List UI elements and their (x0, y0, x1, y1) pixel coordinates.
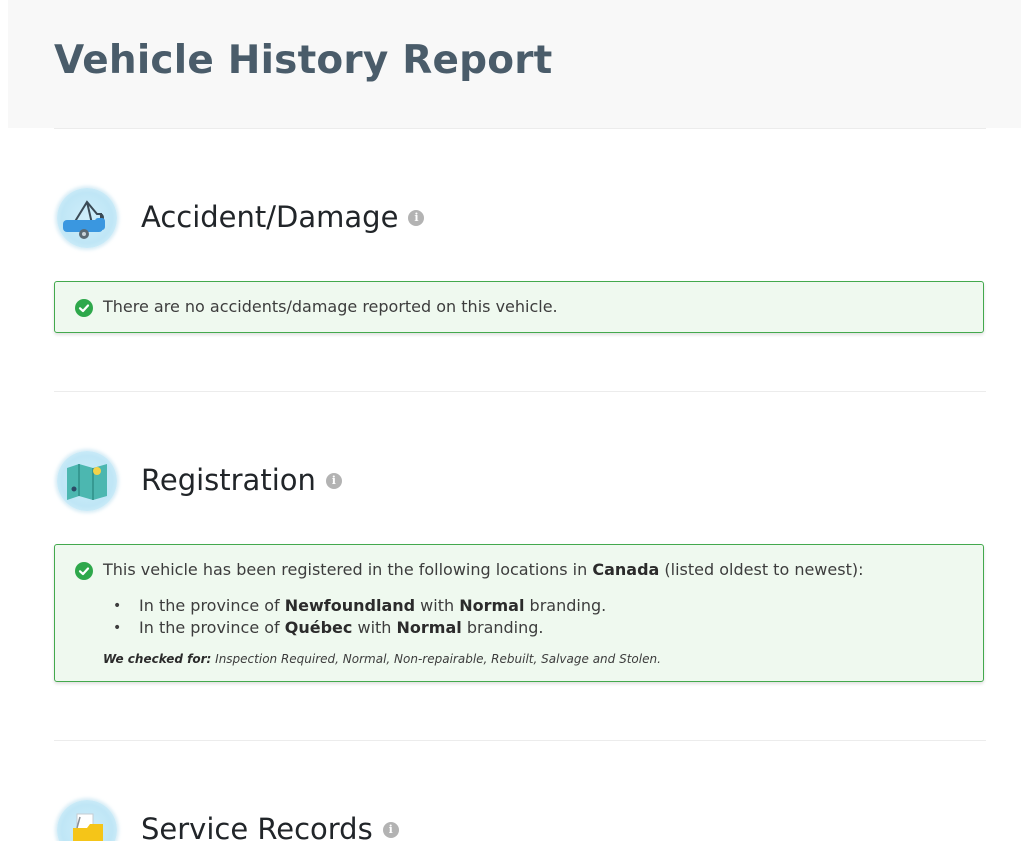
location-suffix: branding. (524, 596, 607, 615)
province-name: Newfoundland (284, 596, 416, 615)
info-icon[interactable]: i (325, 473, 342, 489)
vehicle-history-report-page: Vehicle History Report Accident/Damage i… (0, 0, 1021, 841)
section-title-service-records: Service Records i (141, 812, 399, 841)
registration-intro: This vehicle has been registered in the … (103, 560, 863, 579)
branding-type: Normal (396, 618, 462, 637)
section-title-text: Service Records (141, 812, 373, 841)
checked-for-label: We checked for: (103, 652, 212, 666)
section-title-registration: Registration i (141, 463, 342, 497)
branding-type: Normal (459, 596, 525, 615)
section-divider (54, 740, 986, 741)
location-prefix: In the province of (139, 618, 285, 637)
registration-location-list: • In the province of Newfoundland with No… (113, 595, 606, 639)
province-name: Québec (284, 618, 353, 637)
location-prefix: In the province of (139, 596, 285, 615)
intro-prefix: This vehicle has been registered in the … (103, 560, 593, 579)
check-circle-icon (75, 299, 93, 317)
location-middle: with (352, 618, 397, 637)
accident-status-alert: There are no accidents/damage reported o… (54, 281, 984, 333)
checked-for-list: Inspection Required, Normal, Non-repaira… (211, 652, 661, 666)
list-item: • In the province of Newfoundland with No… (113, 595, 606, 617)
intro-suffix: (listed oldest to newest): (659, 560, 864, 579)
bullet: • (113, 598, 122, 614)
map-icon (57, 451, 117, 511)
section-title-accident-damage: Accident/Damage i (141, 200, 425, 234)
country-name: Canada (592, 560, 660, 579)
location-suffix: branding. (461, 618, 544, 637)
info-icon[interactable]: i (382, 822, 399, 838)
check-circle-icon (75, 562, 93, 580)
tow-truck-icon (57, 188, 117, 248)
bullet: • (113, 620, 122, 636)
section-divider (54, 128, 986, 129)
info-icon[interactable]: i (408, 210, 425, 226)
accident-status-message: There are no accidents/damage reported o… (103, 297, 558, 316)
section-title-text: Accident/Damage (141, 200, 399, 234)
checked-for-note: We checked for: Inspection Required, Nor… (103, 652, 661, 666)
registration-alert: This vehicle has been registered in the … (54, 544, 984, 682)
page-title: Vehicle History Report (54, 38, 553, 83)
section-title-text: Registration (141, 463, 316, 497)
section-divider (54, 391, 986, 392)
list-item: • In the province of Québec with Normal b… (113, 617, 606, 639)
folder-icon (57, 800, 117, 841)
location-middle: with (415, 596, 460, 615)
